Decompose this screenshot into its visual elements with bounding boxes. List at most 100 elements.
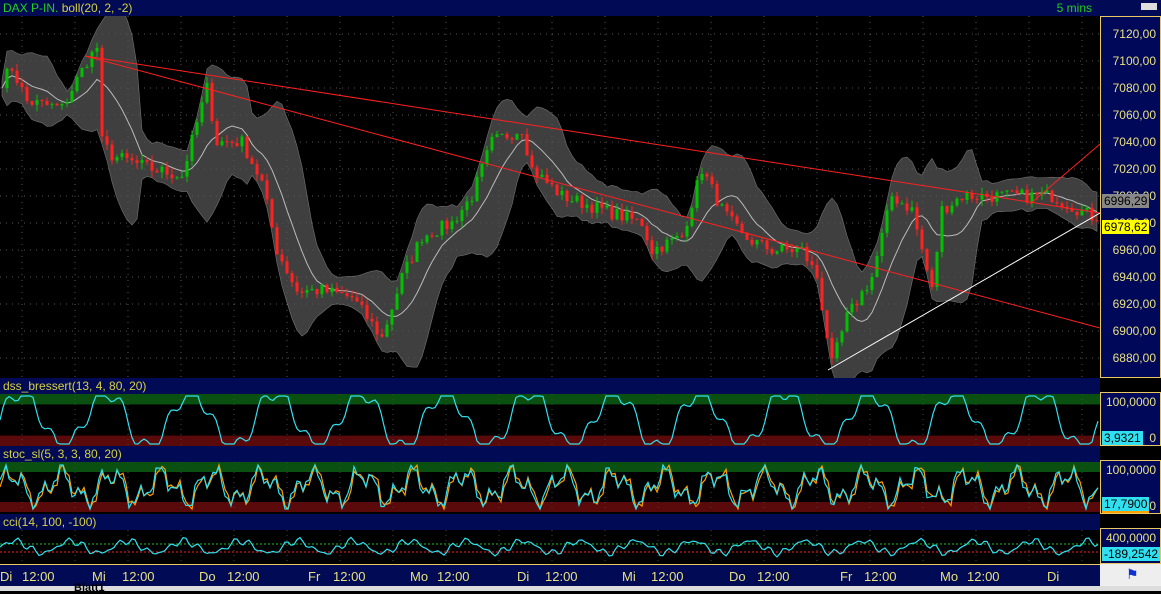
candle xyxy=(765,240,769,250)
candle xyxy=(520,134,524,136)
candle xyxy=(690,208,694,226)
stoc-axis: 100,0000 0 17,7900 xyxy=(1100,460,1161,514)
candle xyxy=(295,282,299,292)
candle xyxy=(650,240,654,254)
candle xyxy=(90,51,94,68)
minimize-button[interactable] xyxy=(1141,3,1157,10)
candle xyxy=(220,141,224,146)
candle xyxy=(670,238,674,240)
candle xyxy=(880,232,884,256)
cci-top-tick: 400,0000 xyxy=(1105,531,1156,545)
candle xyxy=(945,206,949,213)
candle xyxy=(535,167,539,178)
candle xyxy=(135,160,139,163)
price-chart[interactable] xyxy=(0,16,1100,378)
candle xyxy=(525,134,529,156)
candle xyxy=(815,264,819,279)
candle xyxy=(665,239,669,252)
candle xyxy=(705,173,709,177)
candle xyxy=(275,227,279,255)
candle xyxy=(320,285,324,295)
candle xyxy=(680,235,684,237)
candle xyxy=(265,180,269,200)
flag-icon[interactable]: ⚑ xyxy=(1126,566,1139,583)
candle xyxy=(70,91,74,103)
candle xyxy=(975,198,979,200)
candle xyxy=(1005,190,1009,192)
candle xyxy=(1000,191,1004,193)
candle xyxy=(1035,192,1039,195)
price-tick: 7100,00 xyxy=(1112,54,1156,68)
candle xyxy=(300,291,304,293)
candle xyxy=(115,157,119,161)
candle xyxy=(180,176,184,178)
candle xyxy=(720,204,724,206)
candle xyxy=(950,205,954,213)
candle xyxy=(1085,207,1089,210)
bollinger-band xyxy=(1,16,1098,378)
candle xyxy=(935,251,939,288)
candle xyxy=(200,102,204,123)
candle xyxy=(5,68,9,88)
candle xyxy=(45,100,49,105)
candle xyxy=(415,242,419,263)
price-tick: 6880,00 xyxy=(1112,351,1156,365)
candle xyxy=(610,205,614,220)
overbought-zone xyxy=(0,394,1100,405)
dss-header: dss_bressert(13, 4, 80, 20) xyxy=(0,378,1100,394)
candle xyxy=(515,134,519,140)
candle xyxy=(830,338,834,359)
candle xyxy=(1020,189,1024,194)
candle xyxy=(385,324,389,337)
candle xyxy=(920,229,924,250)
candle xyxy=(350,295,354,298)
sheet-tab-blatt1[interactable]: Blatt1 xyxy=(74,582,105,594)
oversold-zone xyxy=(0,502,1100,512)
candle xyxy=(900,203,904,205)
candle xyxy=(500,133,504,135)
candle xyxy=(245,136,249,159)
candle xyxy=(260,174,264,181)
stoc-label: stoc_sl(5, 3, 3, 80, 20) xyxy=(3,447,122,461)
candle xyxy=(485,150,489,164)
price-axis[interactable]: 7120,00 7100,00 7080,00 7060,00 7040,00 7020,… xyxy=(1100,16,1161,378)
time-tick: Do xyxy=(729,569,746,584)
candle xyxy=(965,192,969,201)
candle xyxy=(165,166,169,175)
candle xyxy=(675,235,679,239)
candle xyxy=(1055,202,1059,204)
last-price-label: 6978,62 xyxy=(1102,219,1150,234)
candle xyxy=(420,242,424,244)
time-tick: Di xyxy=(517,569,530,584)
flag-corner: ⚑ xyxy=(1100,564,1161,586)
candle xyxy=(375,321,379,335)
candle xyxy=(655,246,659,254)
stoc-chart[interactable] xyxy=(0,462,1100,512)
candle xyxy=(1050,190,1054,203)
time-tick: Fr xyxy=(840,569,853,584)
candle xyxy=(235,143,239,147)
candle xyxy=(310,288,314,291)
cci-chart[interactable] xyxy=(0,530,1100,564)
candle xyxy=(1010,190,1014,192)
candle xyxy=(270,199,274,228)
candle xyxy=(435,235,439,237)
price-tick: 6940,00 xyxy=(1112,270,1156,284)
candle xyxy=(555,184,559,196)
candle xyxy=(470,200,474,202)
candle xyxy=(240,136,244,147)
time-tick: Mo xyxy=(940,569,959,584)
dss-chart[interactable] xyxy=(0,394,1100,446)
corner xyxy=(1100,0,1161,16)
time-axis[interactable]: Di 12:00 Mi 12:00 Do 12:00 Fr 12:00 Mo 12:00 Di 12:… xyxy=(0,564,1100,586)
candle xyxy=(155,170,159,173)
time-tick: 12:00 xyxy=(22,569,55,584)
candle xyxy=(370,318,374,322)
candle xyxy=(40,100,44,102)
interval-label[interactable]: 5 mins xyxy=(1057,0,1092,16)
time-tick: Mo xyxy=(410,569,429,584)
candle xyxy=(330,287,334,293)
time-tick: Di xyxy=(0,569,13,584)
stoc-top-tick: 100,0000 xyxy=(1105,463,1156,477)
candle xyxy=(195,122,199,135)
